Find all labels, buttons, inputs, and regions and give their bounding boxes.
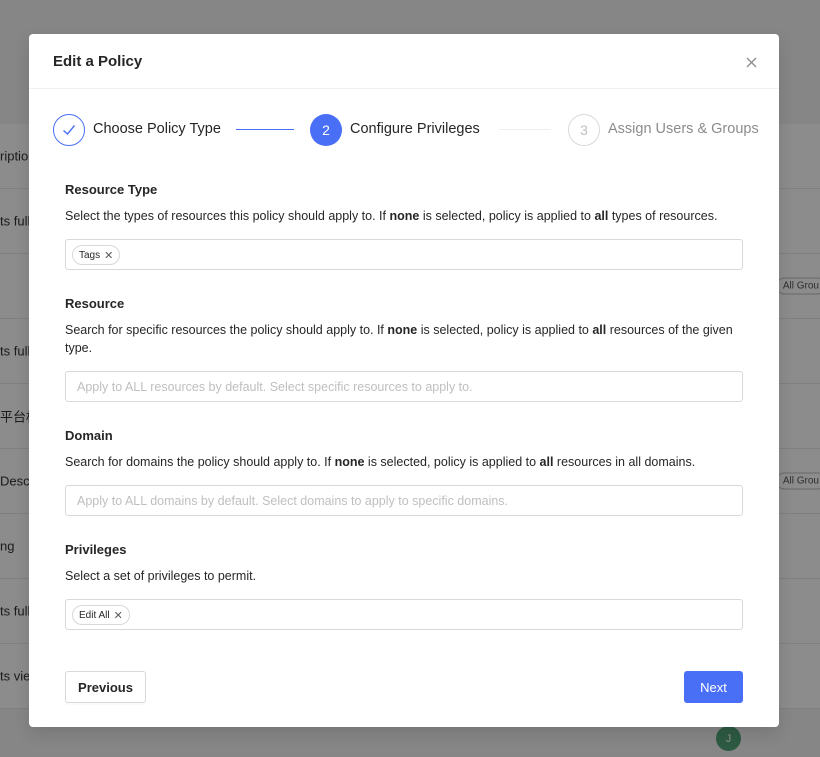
step-connector-done (236, 129, 294, 130)
privileges-section: Privileges Select a set of privileges to… (65, 542, 743, 630)
chip-label: Edit All (79, 609, 110, 621)
remove-chip-icon[interactable]: ✕ (104, 249, 113, 262)
edit-policy-modal: Edit a Policy Choose Policy Type 2 Confi… (29, 34, 779, 727)
resource-search-input[interactable]: Apply to ALL resources by default. Selec… (65, 371, 743, 402)
section-description: Search for specific resources the policy… (65, 323, 733, 355)
close-button[interactable] (741, 52, 761, 72)
step-2-label: Configure Privileges (350, 121, 480, 137)
resource-placeholder: Apply to ALL resources by default. Selec… (77, 380, 473, 394)
step-3-circle: 3 (568, 114, 600, 146)
next-button[interactable]: Next (684, 671, 743, 703)
close-icon (746, 57, 756, 67)
domain-search-input[interactable]: Apply to ALL domains by default. Select … (65, 485, 743, 516)
chip-label: Tags (79, 249, 101, 261)
previous-button[interactable]: Previous (65, 671, 146, 703)
domain-placeholder: Apply to ALL domains by default. Select … (77, 494, 509, 508)
privileges-select[interactable]: Edit All ✕ (65, 599, 743, 630)
remove-chip-icon[interactable]: ✕ (114, 609, 123, 622)
step-connector-pending (499, 129, 551, 130)
section-title: Privileges (65, 542, 127, 557)
section-title: Resource (65, 296, 125, 311)
step-1-circle (53, 114, 85, 146)
section-description: Search for domains the policy should app… (65, 455, 696, 469)
step-3-label: Assign Users & Groups (608, 121, 759, 137)
section-description: Select the types of resources this polic… (65, 209, 718, 223)
step-1-label: Choose Policy Type (93, 121, 221, 137)
step-2-circle: 2 (310, 114, 342, 146)
section-title: Domain (65, 428, 113, 443)
section-description: Select a set of privileges to permit. (65, 569, 257, 583)
section-title: Resource Type (65, 182, 158, 197)
resource-section: Resource Search for specific resources t… (65, 296, 743, 402)
resource-type-select[interactable]: Tags ✕ (65, 239, 743, 270)
resource-type-section: Resource Type Select the types of resour… (65, 182, 743, 270)
modal-title: Edit a Policy (53, 53, 143, 70)
domain-section: Domain Search for domains the policy sho… (65, 428, 743, 516)
tag-chip: Tags ✕ (72, 245, 121, 265)
steps-bar: Choose Policy Type 2 Configure Privilege… (53, 114, 759, 146)
privilege-chip: Edit All ✕ (72, 605, 130, 625)
check-icon (63, 125, 76, 136)
modal-header: Edit a Policy (29, 34, 779, 89)
